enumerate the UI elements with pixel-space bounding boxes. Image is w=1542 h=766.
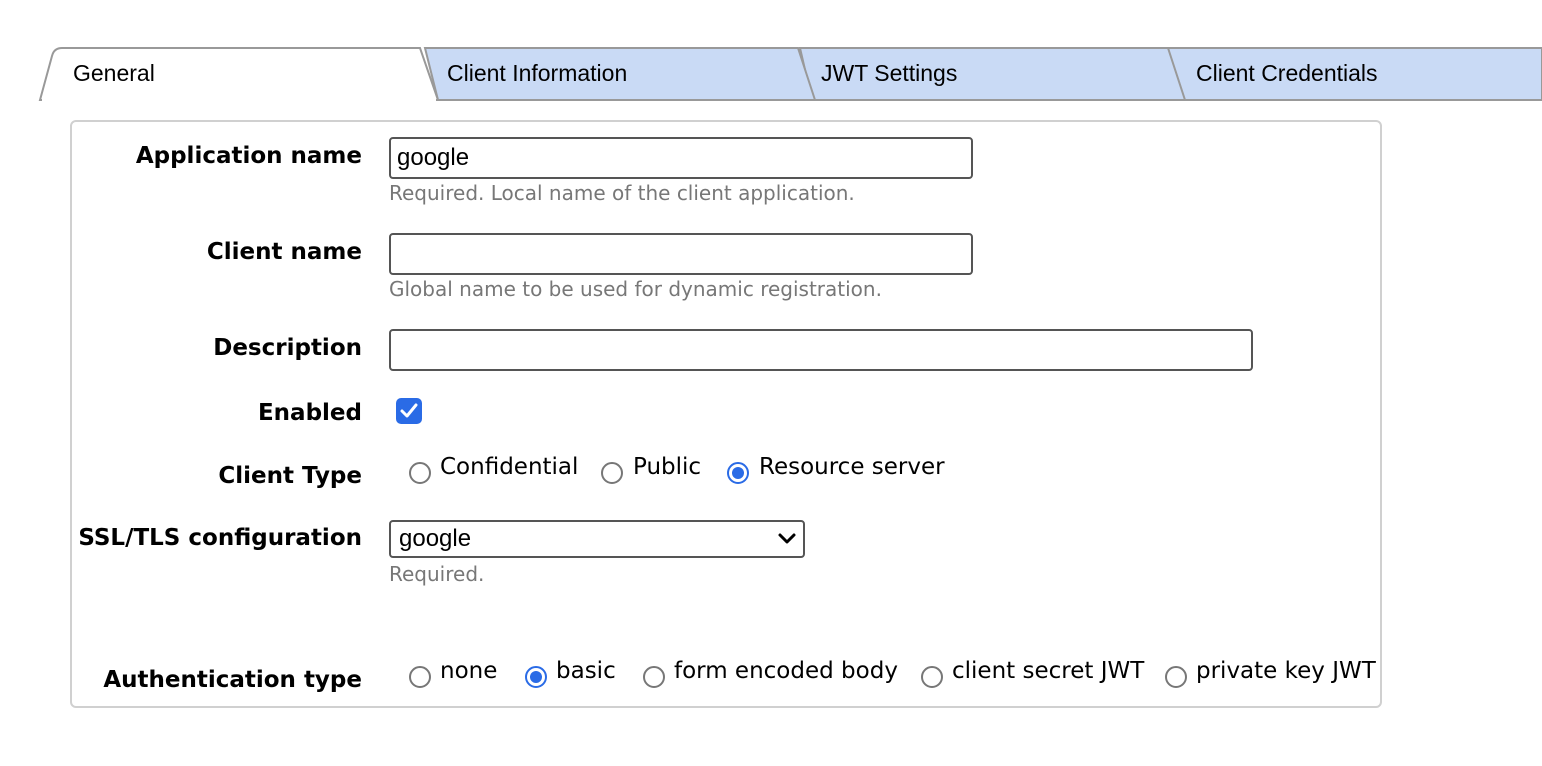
- client-type-label: Client Type: [218, 463, 362, 489]
- tab-client-credentials-label[interactable]: Client Credentials: [1196, 60, 1378, 87]
- enabled-checkbox[interactable]: [396, 398, 422, 424]
- client-type-confidential-radio[interactable]: [409, 462, 431, 484]
- auth-type-basic-radio[interactable]: [525, 666, 547, 688]
- description-input[interactable]: [389, 329, 1253, 371]
- auth-type-basic-label[interactable]: basic: [556, 658, 616, 684]
- authentication-type-label: Authentication type: [103, 667, 362, 693]
- tab-jwt-settings-label[interactable]: JWT Settings: [821, 60, 957, 87]
- auth-type-form-encoded-body-radio[interactable]: [643, 666, 665, 688]
- tab-bar: General Client Information JWT Settings …: [0, 0, 1542, 110]
- client-type-public-label[interactable]: Public: [633, 454, 701, 480]
- enabled-label: Enabled: [257, 400, 362, 426]
- application-name-input[interactable]: [389, 137, 973, 179]
- ssl-tls-hint: Required.: [389, 562, 485, 586]
- client-type-public-radio[interactable]: [601, 462, 623, 484]
- auth-type-private-key-jwt-radio[interactable]: [1165, 666, 1187, 688]
- description-label: Description: [213, 335, 362, 361]
- chevron-down-icon: [778, 533, 796, 544]
- ssl-tls-selected-value: google: [399, 525, 472, 552]
- client-type-resource-server-radio[interactable]: [727, 462, 749, 484]
- client-name-input[interactable]: [389, 233, 973, 275]
- auth-type-private-key-jwt-label[interactable]: private key JWT: [1196, 658, 1376, 684]
- auth-type-client-secret-jwt-radio[interactable]: [921, 666, 943, 688]
- auth-type-client-secret-jwt-label[interactable]: client secret JWT: [952, 658, 1144, 684]
- client-name-label: Client name: [206, 239, 362, 265]
- auth-type-form-encoded-body-label[interactable]: form encoded body: [674, 658, 898, 684]
- tab-client-information-label[interactable]: Client Information: [447, 60, 627, 87]
- client-name-hint: Global name to be used for dynamic regis…: [389, 277, 882, 301]
- checkmark-icon: [400, 403, 418, 418]
- application-name-hint: Required. Local name of the client appli…: [389, 181, 855, 205]
- auth-type-none-radio[interactable]: [409, 666, 431, 688]
- client-type-confidential-label[interactable]: Confidential: [440, 454, 578, 480]
- ssl-tls-label: SSL/TLS configuration: [78, 525, 362, 551]
- ssl-tls-select[interactable]: google: [389, 520, 805, 558]
- application-name-label: Application name: [135, 143, 362, 169]
- auth-type-none-label[interactable]: none: [440, 658, 497, 684]
- tab-general-label[interactable]: General: [73, 60, 155, 87]
- client-type-resource-server-label[interactable]: Resource server: [759, 454, 945, 480]
